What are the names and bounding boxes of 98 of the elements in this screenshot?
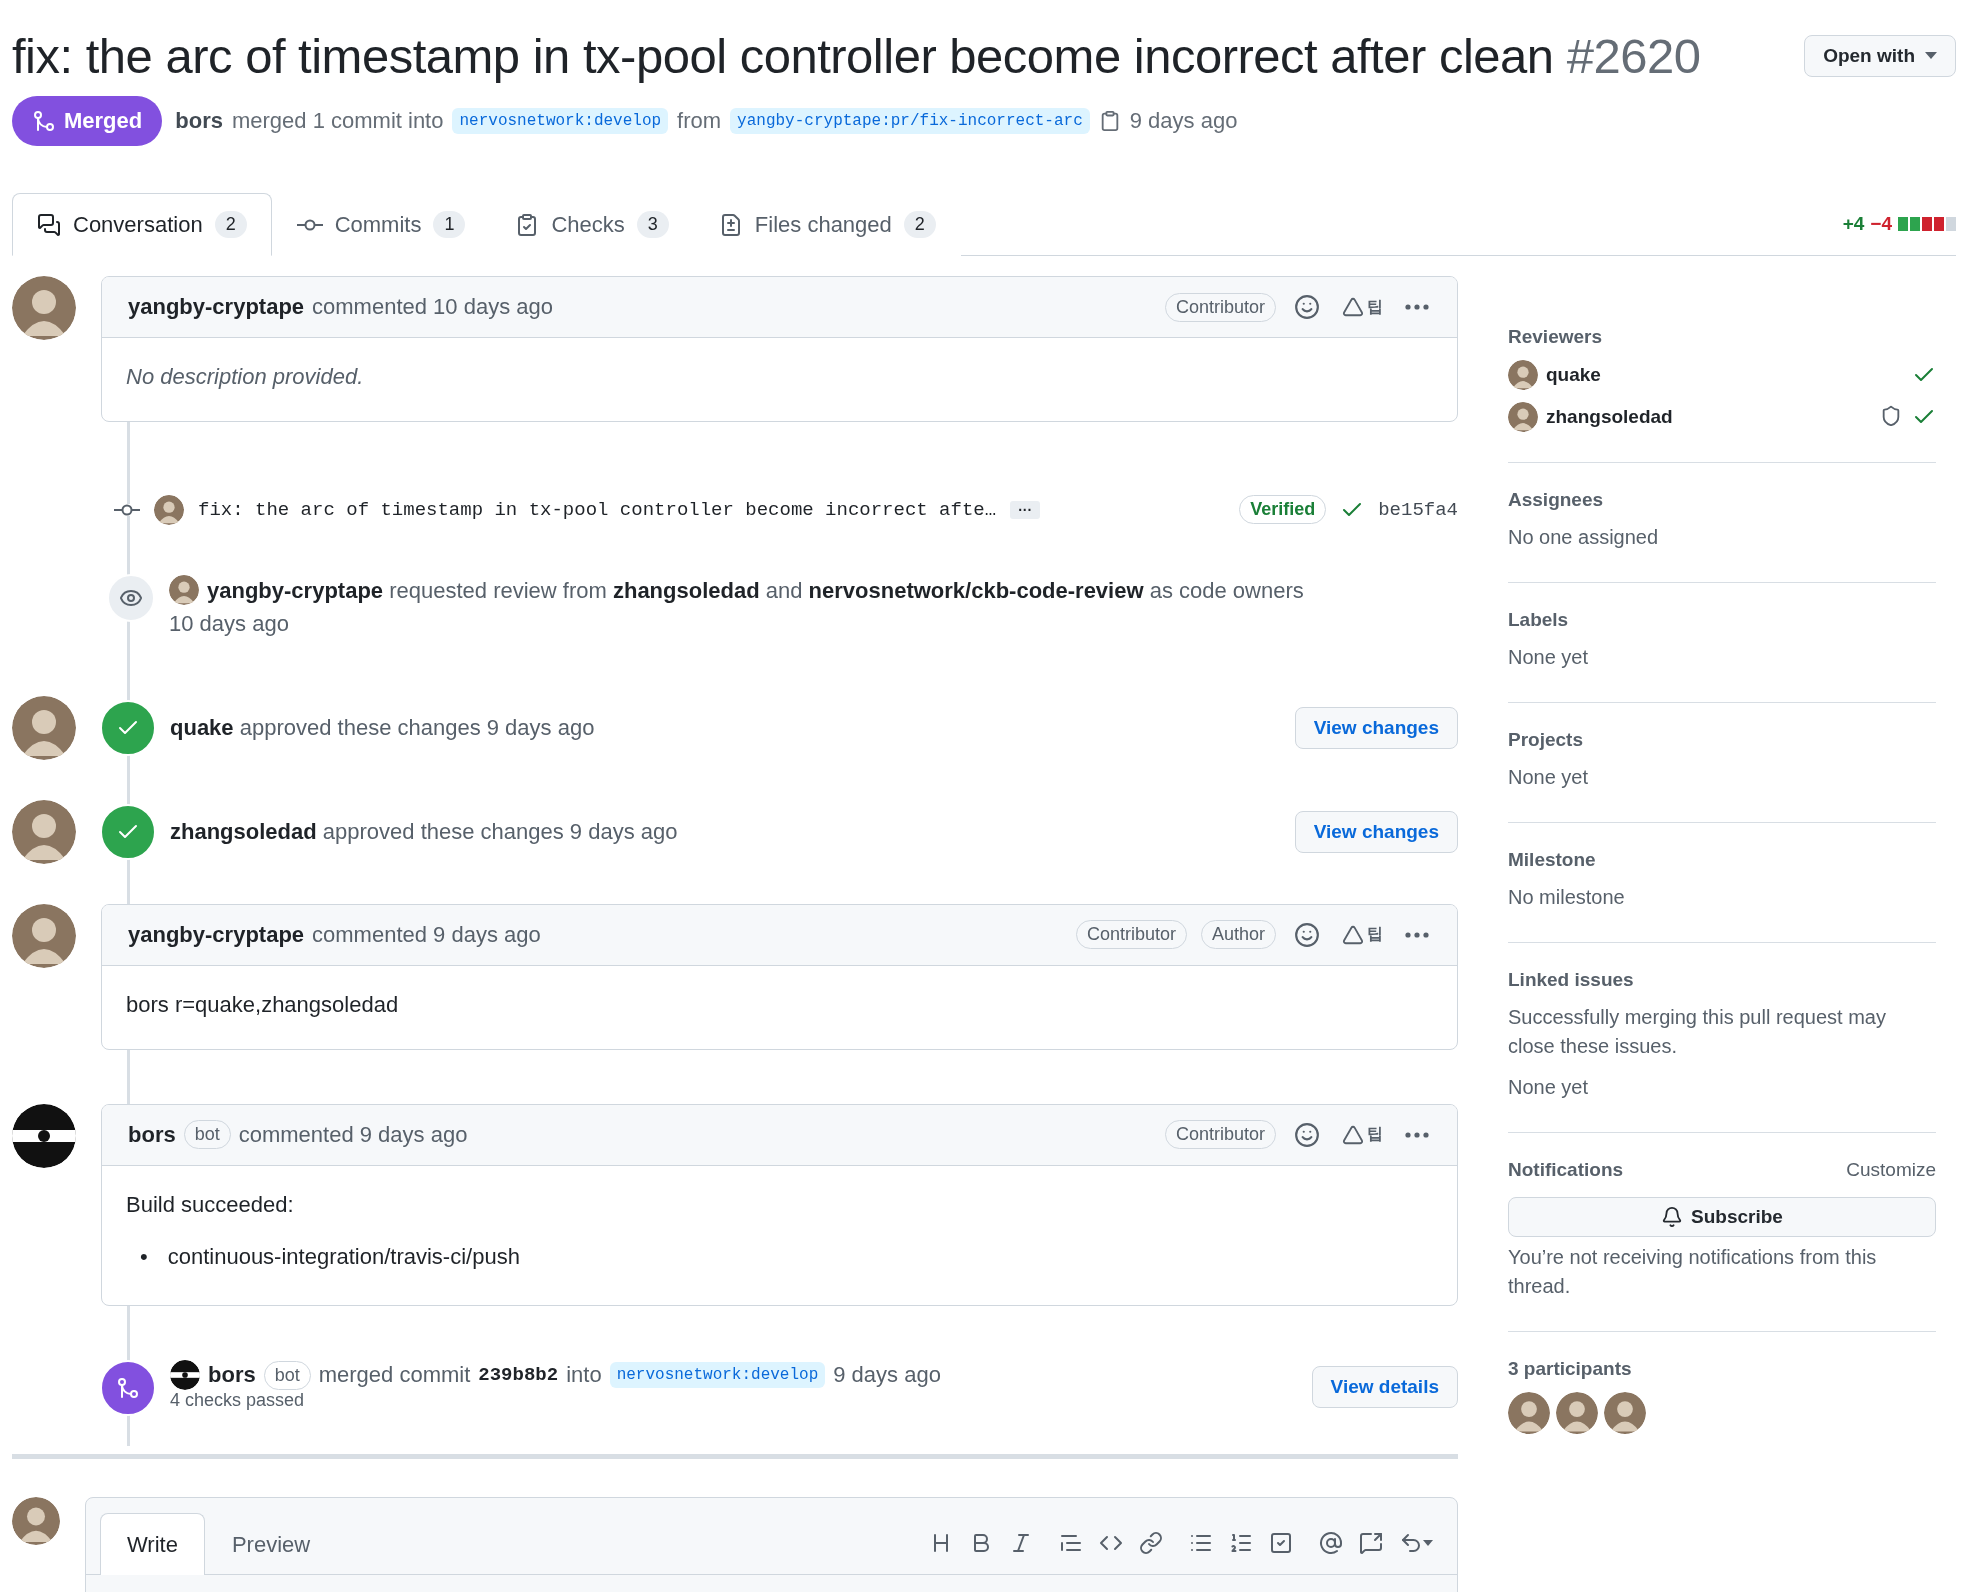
section-title: Notifications (1508, 1159, 1624, 1181)
view-details-button[interactable]: View details (1311, 1366, 1458, 1409)
bell-icon (1661, 1206, 1684, 1228)
event-author[interactable]: bors (208, 1362, 256, 1389)
comment-text: bors r=quake,zhangsoledad (126, 990, 400, 1019)
additions-count: +4 (1842, 212, 1865, 235)
branch-label[interactable]: nervosnetwork:develop (609, 1362, 826, 1389)
section-text: None yet (1508, 1075, 1590, 1100)
section-text: No milestone (1508, 885, 1626, 910)
avatar (170, 1360, 200, 1391)
smiley-icon (1294, 294, 1320, 320)
commit-sha[interactable]: 239b8b2 (478, 1364, 559, 1387)
avatar (12, 1103, 76, 1168)
actor-name[interactable]: bors (175, 108, 223, 134)
event-text: into (566, 1362, 602, 1389)
branch-label[interactable]: yangby-cryptape:pr/fix-incorrect-arc (730, 108, 1090, 134)
avatar (1508, 402, 1538, 432)
comment-text: No description provided. (126, 363, 365, 391)
triangle-icon (1342, 296, 1364, 318)
avatar (12, 695, 76, 760)
section-title: Labels (1508, 609, 1570, 631)
section-title: Milestone (1508, 849, 1597, 871)
smiley-icon (1294, 921, 1320, 948)
section-text: No one assigned (1508, 525, 1660, 550)
comment-meta: commented 10 days ago (312, 294, 553, 320)
bullet-marker: • (140, 1243, 148, 1272)
section-text: None yet (1508, 765, 1590, 790)
link-icon[interactable] (1139, 1531, 1163, 1556)
pull-request-title: fix: the arc of timestamp in tx-pool controller become incorrect after clean #2620 (12, 28, 1701, 84)
event-time: 9 days ago (833, 1362, 941, 1389)
more-icon (1405, 1131, 1429, 1138)
conversation-icon (37, 212, 61, 237)
open-with-button[interactable]: Open with (1804, 35, 1956, 77)
smiley-icon (1294, 1121, 1320, 1148)
avatar (12, 1497, 60, 1546)
section-text: You’re not receiving notifications from this thread. (1508, 1245, 1878, 1299)
avatar (12, 799, 76, 864)
event-text: yangby-cryptape requested review from zhangsoledad and nervosnetwork/ckb-code-review as code owners (207, 576, 1304, 605)
tip-button[interactable]: 팁 (1338, 923, 1387, 946)
avatar (1556, 1392, 1598, 1434)
avatar (1508, 1392, 1550, 1434)
mention-icon[interactable] (1319, 1531, 1343, 1556)
view-changes-button[interactable]: View changes (1294, 706, 1458, 749)
reviewer-name[interactable]: quake (1546, 364, 1601, 386)
deletions-count: −4 (1870, 212, 1892, 235)
comment-meta: commented 9 days ago (238, 1121, 468, 1148)
event-time: 10 days ago (169, 609, 290, 638)
avatar (169, 575, 199, 606)
customize-link[interactable]: Customize (1846, 1159, 1936, 1181)
commits-icon (296, 218, 323, 231)
more-icon (1405, 931, 1429, 938)
meta-time: 9 days ago (1129, 108, 1238, 134)
branch-label[interactable]: nervosnetwork:develop (452, 108, 669, 134)
section-title: Linked issues (1508, 969, 1635, 991)
list-item: continuous-integration/travis-ci/push (167, 1243, 520, 1272)
avatar (12, 276, 76, 340)
tip-button[interactable]: 팁 (1338, 1123, 1387, 1146)
reference-icon[interactable] (1359, 1531, 1383, 1556)
comment-editor[interactable]: Write Preview (85, 1497, 1458, 1592)
reviewer-name[interactable]: zhangsoledad (1546, 406, 1673, 428)
caret-icon (1925, 52, 1937, 60)
editor-tab[interactable]: Write (100, 1513, 205, 1576)
section-title: Projects (1508, 729, 1584, 751)
avatar (1604, 1392, 1646, 1434)
tab[interactable]: Conversation 2 (12, 193, 272, 256)
subscribe-button[interactable]: Subscribe (1508, 1197, 1936, 1237)
meta-text: merged 1 commit into (231, 108, 444, 134)
review-text: zhangsoledad approved these changes 9 days ago (170, 818, 678, 847)
avatar (1508, 360, 1538, 390)
commit-message[interactable]: fix: the arc of timestamp in tx-pool controller become incorrect afte… (198, 498, 997, 521)
section-text: Successfully merging this pull request may close these issues. (1508, 1005, 1887, 1059)
task-list-icon[interactable] (1269, 1531, 1293, 1556)
expand-button[interactable]: ··· (1010, 500, 1041, 519)
editor-tab[interactable]: Preview (204, 1513, 338, 1576)
section-title: 3 participants (1508, 1358, 1633, 1380)
comment-text: Build succeeded: (126, 1190, 295, 1219)
view-changes-button[interactable]: View changes (1294, 810, 1458, 853)
avatar (12, 903, 76, 968)
section-title: Assignees (1508, 489, 1605, 511)
comment-meta: commented 9 days ago (312, 921, 541, 948)
merge-icon (32, 109, 56, 133)
comment-author[interactable]: yangby-cryptape (128, 294, 305, 320)
merged-status: Merged (12, 96, 163, 146)
diffstat-bar (1898, 216, 1956, 231)
checks-status: 4 checks passed (170, 1390, 306, 1412)
triangle-icon (1342, 923, 1364, 946)
section-title: Reviewers (1508, 326, 1603, 348)
comment-author[interactable]: yangby-cryptape (128, 921, 305, 948)
tip-button[interactable]: 팁 (1338, 296, 1387, 318)
meta-text: from (677, 108, 722, 134)
commit-sha[interactable]: be15fa4 (1378, 498, 1458, 521)
comment-author[interactable]: bors (128, 1121, 176, 1148)
avatar (154, 494, 184, 525)
section-text: None yet (1508, 645, 1590, 670)
triangle-icon (1342, 1123, 1364, 1146)
event-text: merged commit (318, 1362, 471, 1389)
more-icon (1405, 304, 1429, 310)
review-text: quake approved these changes 9 days ago (170, 714, 595, 743)
